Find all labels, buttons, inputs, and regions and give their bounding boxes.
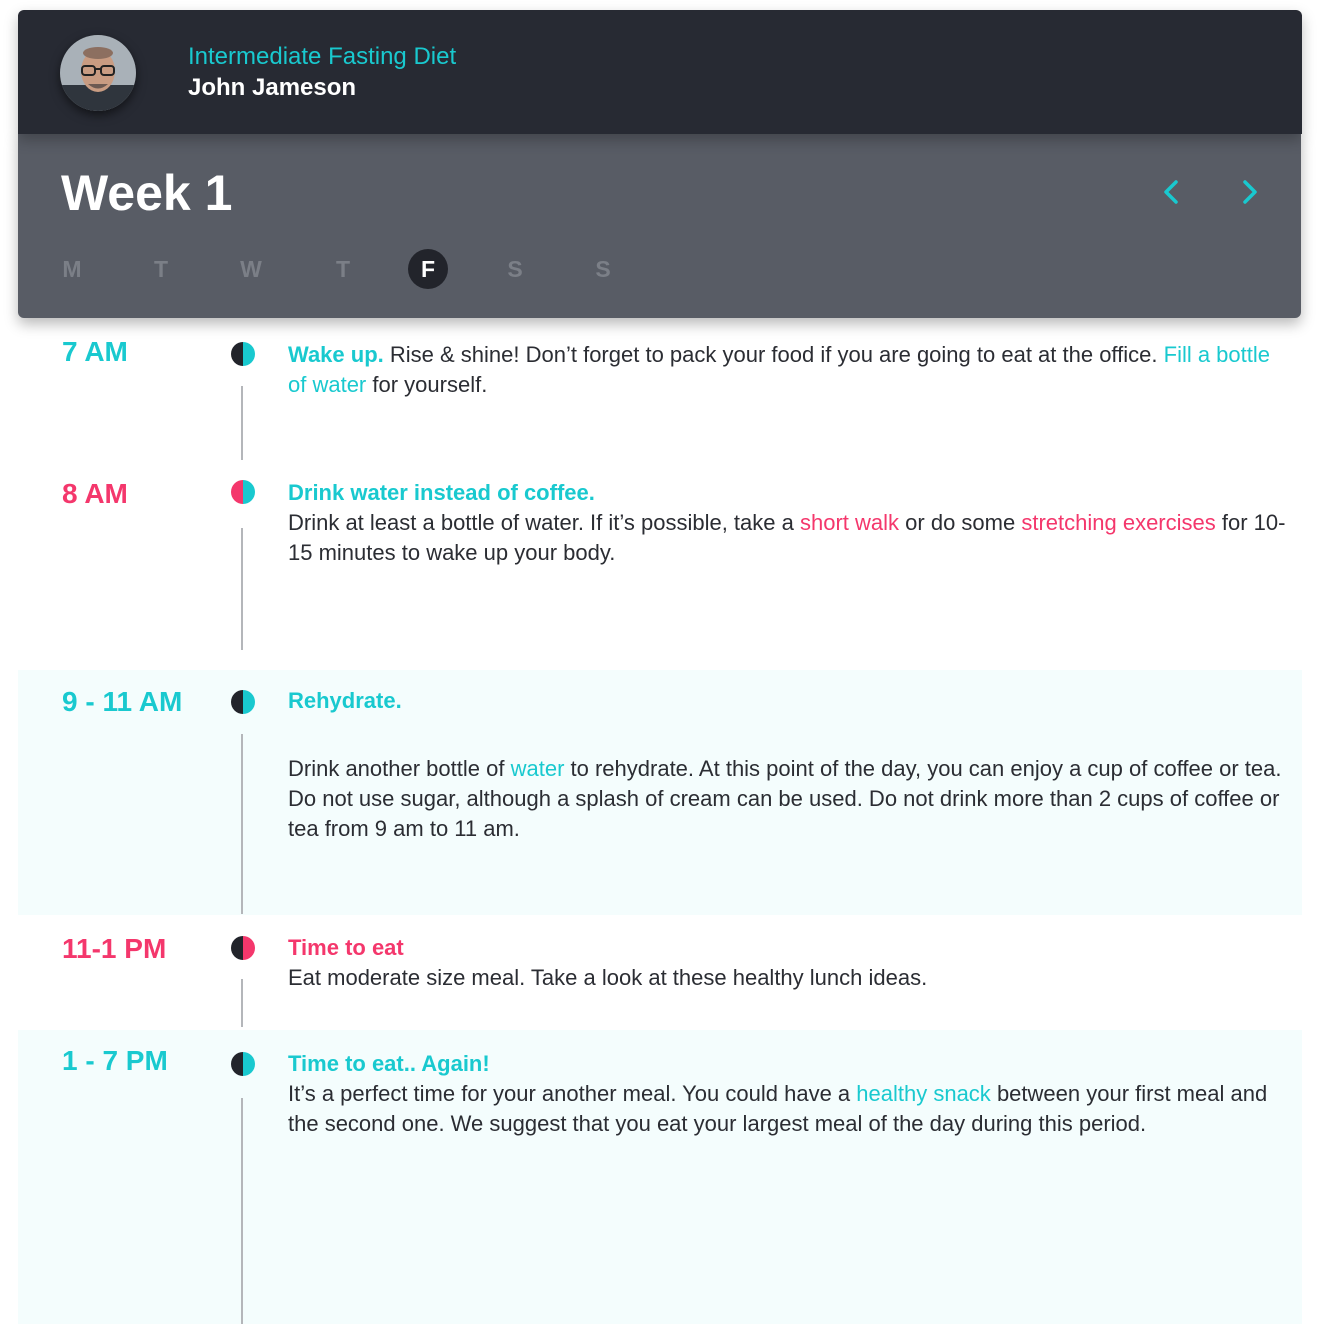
item-heading: Time to eat — [288, 935, 404, 960]
user-avatar[interactable] — [60, 35, 136, 111]
next-week-button[interactable] — [1233, 176, 1265, 208]
schedule-item: 7 AM Wake up. Rise & shine! Don’t forget… — [18, 318, 1302, 468]
item-text: Eat moderate size meal. Take a look at t… — [288, 965, 928, 990]
item-description: Drink water instead of coffee. Drink at … — [288, 478, 1288, 568]
day-tab-tuesday[interactable]: T — [141, 249, 181, 289]
time-label: 1 - 7 PM — [62, 1045, 168, 1076]
water-link[interactable]: water — [511, 756, 565, 781]
day-tabs: M T W T F S S — [18, 249, 718, 289]
item-text: or do some — [905, 510, 1016, 535]
time-label: 7 AM — [62, 336, 128, 367]
prev-week-button[interactable] — [1156, 176, 1188, 208]
time-label: 9 - 11 AM — [62, 686, 183, 717]
stretching-exercises-link[interactable]: stretching exercises — [1021, 510, 1215, 535]
day-tab-saturday[interactable]: S — [495, 249, 535, 289]
schedule-item: 9 - 11 AM Rehydrate. Drink another bottl… — [18, 670, 1302, 915]
day-tab-friday[interactable]: F — [408, 249, 448, 289]
item-description: Wake up. Rise & shine! Don’t forget to p… — [288, 340, 1288, 400]
half-dot-icon — [231, 690, 255, 714]
chevron-left-icon — [1164, 180, 1178, 204]
timeline-connector — [241, 734, 243, 914]
timeline-connector — [241, 386, 243, 460]
app-header: Intermediate Fasting Diet John Jameson — [18, 10, 1302, 134]
timeline-connector — [241, 528, 243, 650]
day-tab-sunday[interactable]: S — [583, 249, 623, 289]
item-text: It’s a perfect time for your another mea… — [288, 1081, 851, 1106]
item-text: Drink at least a bottle of water. If it’… — [288, 510, 794, 535]
schedule-item: 8 AM Drink water instead of coffee. Drin… — [18, 468, 1302, 670]
half-dot-icon — [231, 1052, 255, 1076]
timeline-connector — [241, 979, 243, 1027]
half-dot-icon — [231, 342, 255, 366]
item-heading: Rehydrate. — [288, 688, 402, 713]
item-description: Time to eat Eat moderate size meal. Take… — [288, 933, 1288, 993]
healthy-snack-link[interactable]: healthy snack — [856, 1081, 991, 1106]
item-heading: Time to eat.. Again! — [288, 1051, 490, 1076]
week-selector: Week 1 M T W T F S S — [18, 134, 1301, 318]
item-description: Rehydrate. Drink another bottle of water… — [288, 686, 1288, 844]
item-heading: Wake up. — [288, 342, 384, 367]
item-text: Rise & shine! Don’t forget to pack your … — [389, 342, 1158, 367]
chevron-right-icon — [1243, 180, 1257, 204]
user-name: John Jameson — [188, 74, 357, 101]
day-tab-monday[interactable]: M — [52, 249, 92, 289]
program-title: Intermediate Fasting Diet — [188, 43, 457, 70]
schedule-item: 11-1 PM Time to eat Eat moderate size me… — [18, 915, 1302, 1030]
short-walk-link[interactable]: short walk — [800, 510, 899, 535]
day-tab-thursday[interactable]: T — [323, 249, 363, 289]
item-text: for yourself. — [372, 372, 488, 397]
item-description: Time to eat.. Again! It’s a perfect time… — [288, 1049, 1288, 1139]
avatar-image — [60, 35, 136, 111]
item-text: Drink another bottle of — [288, 756, 505, 781]
item-heading: Drink water instead of coffee. — [288, 480, 595, 505]
week-title: Week 1 — [61, 165, 233, 221]
time-label: 11-1 PM — [62, 933, 167, 964]
time-label: 8 AM — [62, 478, 128, 509]
day-tab-wednesday[interactable]: W — [231, 249, 271, 289]
half-dot-icon — [231, 936, 255, 960]
half-dot-icon — [231, 480, 255, 504]
schedule-item: 1 - 7 PM Time to eat.. Again! It’s a per… — [18, 1030, 1302, 1324]
timeline-connector — [241, 1098, 243, 1324]
